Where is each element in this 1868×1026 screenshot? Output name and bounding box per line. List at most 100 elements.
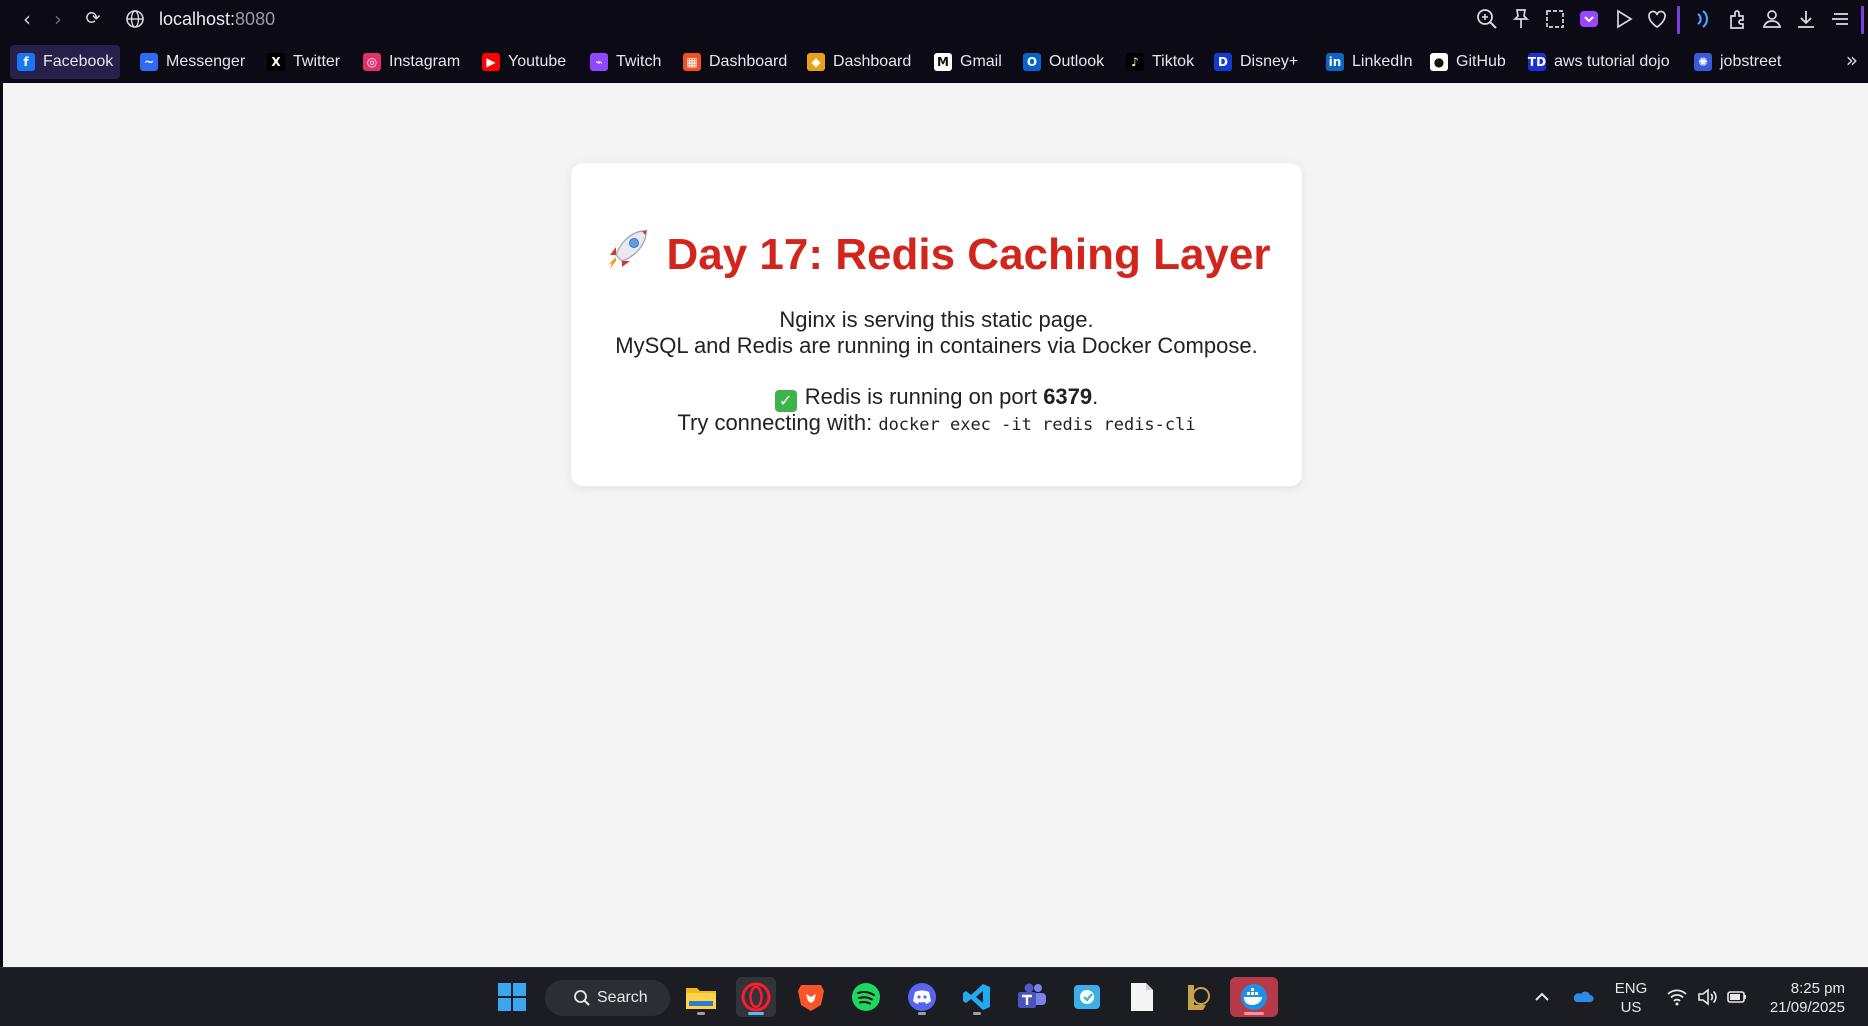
check-icon: ✓ — [774, 390, 797, 412]
tiktok-icon: ♪ — [1126, 53, 1144, 71]
bookmark-label: aws tutorial dojo — [1554, 53, 1670, 70]
bookmark-youtube[interactable]: ▶ Youtube — [475, 45, 573, 79]
taskbar-search-label: Search — [597, 989, 648, 1006]
bookmark-aws-tutorial-dojo[interactable]: TD aws tutorial dojo — [1521, 45, 1677, 79]
vscode-icon[interactable] — [957, 977, 997, 1017]
box-dashboard-icon: ◆ — [807, 53, 825, 71]
league-of-legends-icon[interactable] — [1177, 977, 1217, 1017]
onedrive-icon[interactable] — [1572, 986, 1594, 1008]
bookmark-github[interactable]: ● GitHub — [1423, 45, 1513, 79]
heart-icon[interactable] — [1645, 7, 1669, 31]
outlook-icon: O — [1023, 53, 1041, 71]
notepad-icon[interactable] — [1122, 977, 1162, 1017]
instagram-icon: ◎ — [363, 53, 381, 71]
bookmark-label: GitHub — [1456, 53, 1506, 70]
bookmark-gmail[interactable]: M Gmail — [927, 45, 1009, 79]
youtube-icon: ▶ — [482, 53, 500, 71]
chevron-up-icon[interactable] — [1531, 986, 1553, 1008]
wifi-icon[interactable] — [1666, 986, 1688, 1008]
file-explorer-icon[interactable] — [681, 977, 721, 1017]
bookmark-label: Facebook — [43, 53, 114, 70]
status-suffix: . — [1092, 384, 1099, 409]
bookmark-twitter[interactable]: X Twitter — [260, 45, 347, 79]
github-icon: ● — [1430, 53, 1448, 71]
docker-icon[interactable] — [1230, 977, 1278, 1017]
bookmark-dashboard-2[interactable]: ◆ Dashboard — [800, 45, 918, 79]
url-port: 8080 — [235, 9, 276, 29]
taskbar-search[interactable]: Search — [545, 980, 670, 1016]
connect-command: docker exec -it redis redis-cli — [878, 415, 1196, 435]
address-bar-row: ‹ › ⟳ localhost:8080 — [0, 0, 1868, 40]
bookmark-messenger[interactable]: ~ Messenger — [133, 45, 252, 79]
pocket-icon[interactable] — [1577, 7, 1601, 31]
teams-icon[interactable] — [1012, 977, 1052, 1017]
discord-icon[interactable] — [902, 977, 942, 1017]
page-title-text: Day 17: Redis Caching Layer — [666, 230, 1271, 279]
zoom-icon[interactable] — [1475, 7, 1499, 31]
bookmark-label: LinkedIn — [1352, 53, 1413, 70]
bookmarks-overflow-icon[interactable]: » — [1846, 48, 1858, 72]
connect-hint-label: Try connecting with: — [677, 410, 879, 435]
search-icon — [574, 990, 590, 1006]
battery-icon[interactable] — [1726, 986, 1748, 1008]
rocket-icon — [608, 230, 648, 269]
status-prefix: Redis is running on port — [804, 384, 1044, 409]
status-port: 6379 — [1043, 384, 1093, 409]
bookmark-label: Dashboard — [709, 53, 788, 70]
bookmark-outlook[interactable]: O Outlook — [1016, 45, 1111, 79]
menu-icon[interactable] — [1828, 7, 1852, 31]
bookmark-twitch[interactable]: ⌁ Twitch — [583, 45, 668, 79]
bookmark-jobstreet[interactable]: ✺ jobstreet — [1687, 45, 1788, 79]
spotify-icon[interactable] — [846, 977, 886, 1017]
bookmark-dashboard[interactable]: ▦ Dashboard — [676, 45, 794, 79]
toolbar-separator — [1677, 6, 1680, 34]
player-icon[interactable] — [1611, 7, 1635, 31]
back-icon[interactable]: ‹ — [16, 8, 38, 30]
address-bar-url[interactable]: localhost:8080 — [159, 8, 275, 30]
bookmark-label: Youtube — [508, 53, 567, 70]
jobstreet-icon: ✺ — [1694, 53, 1712, 71]
description: Nginx is serving this static page. MySQL… — [571, 307, 1302, 359]
bookmark-label: jobstreet — [1720, 53, 1782, 70]
facebook-icon: f — [17, 53, 35, 71]
brave-icon[interactable] — [791, 977, 831, 1017]
forward-icon[interactable]: › — [47, 8, 69, 30]
pin-icon[interactable] — [1509, 7, 1533, 31]
windows-dashboard-icon: ▦ — [683, 53, 701, 71]
x-twitter-icon: X — [267, 53, 285, 71]
extensions-icon[interactable] — [1726, 7, 1750, 31]
bookmark-label: Instagram — [389, 53, 461, 70]
reload-icon[interactable]: ⟳ — [82, 8, 104, 30]
linkedin-icon: in — [1326, 53, 1344, 71]
start-button[interactable] — [492, 977, 532, 1017]
language-indicator[interactable]: ENG US — [1611, 979, 1651, 1017]
language-code: ENG — [1614, 980, 1648, 997]
opera-icon[interactable] — [736, 977, 776, 1017]
quick-assist-icon[interactable] — [1067, 977, 1107, 1017]
profile-icon[interactable] — [1760, 7, 1784, 31]
bookmark-tiktok[interactable]: ♪ Tiktok — [1119, 45, 1201, 79]
disney-plus-icon: D — [1214, 53, 1232, 71]
globe-icon — [126, 10, 144, 28]
redis-status: ✓ Redis is running on port 6379. — [571, 384, 1302, 412]
bookmark-label: Messenger — [166, 53, 246, 70]
bookmark-linkedin[interactable]: in LinkedIn — [1319, 45, 1420, 79]
bookmark-label: Outlook — [1049, 53, 1105, 70]
bookmark-label: Twitter — [293, 53, 341, 70]
twitch-icon: ⌁ — [590, 53, 608, 71]
download-icon[interactable] — [1794, 7, 1818, 31]
bookmark-facebook[interactable]: f Facebook — [10, 45, 121, 79]
aria-icon[interactable] — [1692, 7, 1716, 31]
description-line-1: Nginx is serving this static page. — [779, 307, 1094, 332]
messenger-icon: ~ — [140, 53, 158, 71]
tutorial-dojo-icon: TD — [1527, 53, 1547, 71]
snapshot-icon[interactable] — [1543, 7, 1567, 31]
bookmark-label: Tiktok — [1152, 53, 1195, 70]
bookmark-disney[interactable]: D Disney+ — [1207, 45, 1305, 79]
taskbar: Search ENG US 8:25 pm 21/09/2025 — [0, 967, 1868, 1026]
bookmark-instagram[interactable]: ◎ Instagram — [356, 45, 467, 79]
browser-chrome: ‹ › ⟳ localhost:8080 f Facebook ~ Messen… — [0, 0, 1868, 83]
system-clock[interactable]: 8:25 pm 21/09/2025 — [1770, 979, 1845, 1017]
volume-icon[interactable] — [1696, 986, 1718, 1008]
clock-time: 8:25 pm — [1790, 980, 1845, 997]
